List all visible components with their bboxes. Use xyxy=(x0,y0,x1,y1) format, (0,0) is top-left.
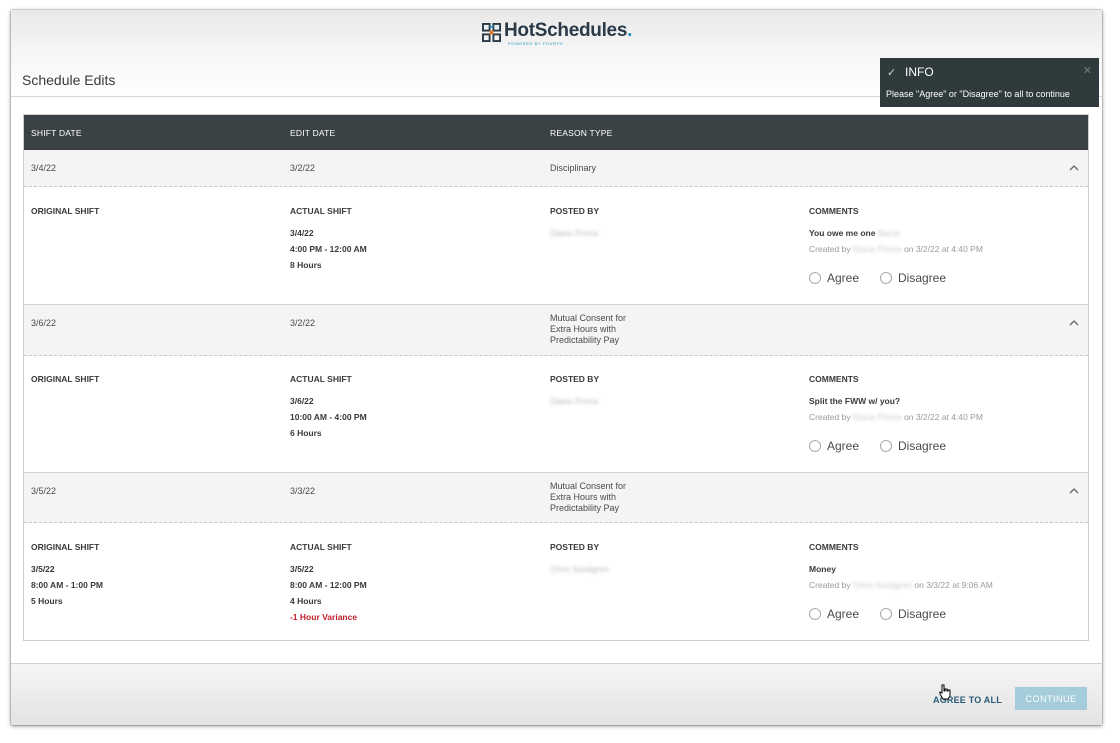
check-icon: ✓ xyxy=(887,67,897,79)
actual-time: 10:00 AM - 4:00 PM xyxy=(290,412,367,422)
logo-icon xyxy=(482,23,501,42)
comments-label: COMMENTS xyxy=(809,206,859,216)
actual-hours: 8 Hours xyxy=(290,260,322,270)
comment-text: Money xyxy=(809,564,836,574)
logo-text: HotSchedules. xyxy=(504,20,633,41)
posted-by-label: POSTED BY xyxy=(550,206,600,216)
posted-by-name: Diana Prince xyxy=(550,228,599,238)
actual-hours: 4 Hours xyxy=(290,596,322,606)
comments-label: COMMENTS xyxy=(809,542,859,552)
posted-by-name: Diana Prince xyxy=(550,396,599,406)
edit-detail-row: ORIGINAL SHIFT ACTUAL SHIFT POSTED BY CO… xyxy=(24,187,1088,305)
hotschedules-logo: HotSchedules. POWERED BY FOURTH xyxy=(482,20,633,46)
actual-shift-label: ACTUAL SHIFT xyxy=(290,206,352,216)
page-title: Schedule Edits xyxy=(22,72,116,88)
agree-radio-circle[interactable] xyxy=(809,608,821,620)
disagree-radio-circle[interactable] xyxy=(880,440,892,452)
header-edit-date: EDIT DATE xyxy=(290,128,336,138)
header-shift-date: SHIFT DATE xyxy=(31,128,82,138)
actual-date: 3/4/22 xyxy=(290,228,314,238)
original-shift-label: ORIGINAL SHIFT xyxy=(31,374,100,384)
comment-text: Split the FWW w/ you? xyxy=(809,396,901,406)
edit-date: 3/3/22 xyxy=(290,486,316,496)
chevron-up-icon[interactable] xyxy=(1068,162,1080,174)
agree-radio[interactable]: Agree xyxy=(809,271,859,285)
original-shift-label: ORIGINAL SHIFT xyxy=(31,206,100,216)
comments-label: COMMENTS xyxy=(809,374,859,384)
edit-date: 3/2/22 xyxy=(290,163,316,173)
table-header: SHIFT DATE EDIT DATE REASON TYPE xyxy=(24,115,1088,150)
agree-radio-circle[interactable] xyxy=(809,272,821,284)
original-shift-label: ORIGINAL SHIFT xyxy=(31,542,100,552)
chevron-up-icon[interactable] xyxy=(1068,485,1080,497)
posted-by-label: POSTED BY xyxy=(550,542,600,552)
disagree-radio[interactable]: Disagree xyxy=(880,271,946,285)
agree-radio-circle[interactable] xyxy=(809,440,821,452)
close-icon[interactable]: ✕ xyxy=(1083,64,1092,77)
created-by: Created by Diana Prince on 3/2/22 at 4:4… xyxy=(809,244,983,254)
edit-summary-row[interactable]: 3/5/22 3/3/22 Mutual Consent for Extra H… xyxy=(24,473,1088,523)
disagree-radio[interactable]: Disagree xyxy=(880,439,946,453)
actual-shift-label: ACTUAL SHIFT xyxy=(290,542,352,552)
shift-date: 3/5/22 xyxy=(31,486,57,496)
toast-message: Please "Agree" or "Disagree" to all to c… xyxy=(886,89,1070,99)
actual-time: 8:00 AM - 12:00 PM xyxy=(290,580,367,590)
app-window: HotSchedules. POWERED BY FOURTH Schedule… xyxy=(11,10,1102,725)
original-date: 3/5/22 xyxy=(31,564,55,574)
continue-button[interactable]: CONTINUE xyxy=(1015,687,1087,710)
edit-summary-row[interactable]: 3/4/22 3/2/22 Disciplinary xyxy=(24,150,1088,187)
agree-radio[interactable]: Agree xyxy=(809,607,859,621)
posted-by-name: Chris Sundgren xyxy=(550,564,610,574)
edit-detail-row: ORIGINAL SHIFT ACTUAL SHIFT POSTED BY CO… xyxy=(24,523,1088,640)
disagree-radio-circle[interactable] xyxy=(880,272,892,284)
chevron-up-icon[interactable] xyxy=(1068,317,1080,329)
header-reason-type: REASON TYPE xyxy=(550,128,613,138)
edit-summary-row[interactable]: 3/6/22 3/2/22 Mutual Consent for Extra H… xyxy=(24,305,1088,356)
schedule-edits-table: SHIFT DATE EDIT DATE REASON TYPE 3/4/22 … xyxy=(23,114,1089,641)
actual-time: 4:00 PM - 12:00 AM xyxy=(290,244,367,254)
actual-hours: 6 Hours xyxy=(290,428,322,438)
disagree-radio[interactable]: Disagree xyxy=(880,607,946,621)
original-time: 8:00 AM - 1:00 PM xyxy=(31,580,103,590)
created-by: Created by Chris Sundgren on 3/3/22 at 9… xyxy=(809,580,993,590)
actual-shift-label: ACTUAL SHIFT xyxy=(290,374,352,384)
edit-date: 3/2/22 xyxy=(290,318,316,328)
comment-text: You owe me one Barryl xyxy=(809,228,901,238)
reason-type: Mutual Consent for Extra Hours with Pred… xyxy=(550,481,627,513)
reason-type: Disciplinary xyxy=(550,163,597,173)
cursor-hand-icon xyxy=(939,684,951,700)
disagree-radio-circle[interactable] xyxy=(880,608,892,620)
agree-radio[interactable]: Agree xyxy=(809,439,859,453)
actual-date: 3/6/22 xyxy=(290,396,314,406)
info-toast: ✓ INFO ✕ Please "Agree" or "Disagree" to… xyxy=(880,58,1099,107)
actual-date: 3/5/22 xyxy=(290,564,314,574)
reason-type: Mutual Consent for Extra Hours with Pred… xyxy=(550,313,627,345)
shift-date: 3/4/22 xyxy=(31,163,57,173)
edit-detail-row: ORIGINAL SHIFT ACTUAL SHIFT POSTED BY CO… xyxy=(24,356,1088,473)
original-hours: 5 Hours xyxy=(31,596,63,606)
toast-title: INFO xyxy=(905,65,934,79)
hour-variance: -1 Hour Variance xyxy=(290,612,358,622)
posted-by-label: POSTED BY xyxy=(550,374,600,384)
shift-date: 3/6/22 xyxy=(31,318,57,328)
created-by: Created by Diana Prince on 3/2/22 at 4:4… xyxy=(809,412,983,422)
logo-subtitle: POWERED BY FOURTH xyxy=(508,41,563,46)
